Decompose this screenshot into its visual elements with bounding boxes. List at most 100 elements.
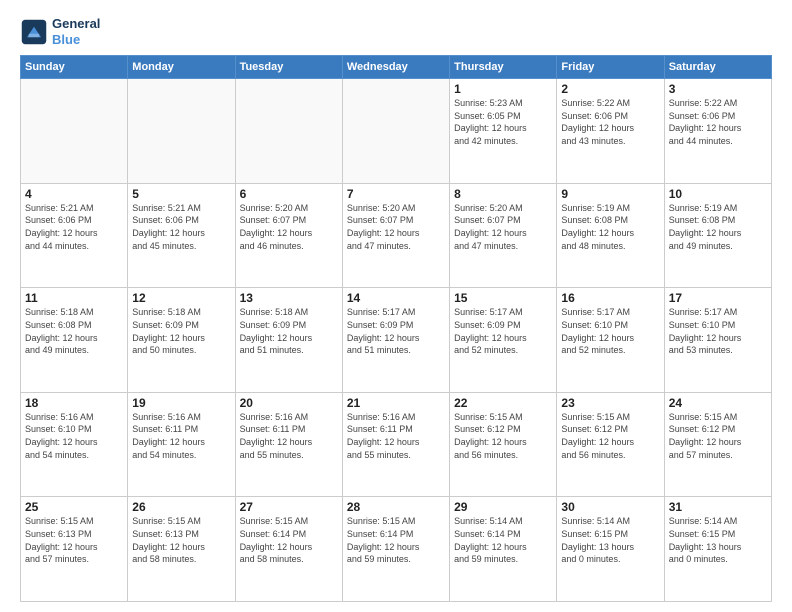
calendar-body: 1Sunrise: 5:23 AMSunset: 6:05 PMDaylight… [21, 79, 772, 602]
day-info: Sunrise: 5:23 AMSunset: 6:05 PMDaylight:… [454, 97, 552, 147]
day-number: 16 [561, 291, 659, 305]
calendar-cell: 29Sunrise: 5:14 AMSunset: 6:14 PMDayligh… [450, 497, 557, 602]
calendar-cell [128, 79, 235, 184]
day-info: Sunrise: 5:14 AMSunset: 6:15 PMDaylight:… [669, 515, 767, 565]
calendar-cell: 12Sunrise: 5:18 AMSunset: 6:09 PMDayligh… [128, 288, 235, 393]
day-number: 19 [132, 396, 230, 410]
day-info: Sunrise: 5:15 AMSunset: 6:12 PMDaylight:… [561, 411, 659, 461]
calendar-cell: 6Sunrise: 5:20 AMSunset: 6:07 PMDaylight… [235, 183, 342, 288]
calendar-cell: 31Sunrise: 5:14 AMSunset: 6:15 PMDayligh… [664, 497, 771, 602]
day-info: Sunrise: 5:15 AMSunset: 6:13 PMDaylight:… [132, 515, 230, 565]
col-header-wednesday: Wednesday [342, 56, 449, 79]
logo-text: General Blue [52, 16, 100, 47]
day-info: Sunrise: 5:17 AMSunset: 6:10 PMDaylight:… [669, 306, 767, 356]
logo-icon [20, 18, 48, 46]
calendar-cell: 15Sunrise: 5:17 AMSunset: 6:09 PMDayligh… [450, 288, 557, 393]
calendar-cell: 8Sunrise: 5:20 AMSunset: 6:07 PMDaylight… [450, 183, 557, 288]
day-info: Sunrise: 5:16 AMSunset: 6:11 PMDaylight:… [132, 411, 230, 461]
header-row: SundayMondayTuesdayWednesdayThursdayFrid… [21, 56, 772, 79]
day-number: 9 [561, 187, 659, 201]
day-info: Sunrise: 5:15 AMSunset: 6:12 PMDaylight:… [669, 411, 767, 461]
week-row-2: 11Sunrise: 5:18 AMSunset: 6:08 PMDayligh… [21, 288, 772, 393]
day-info: Sunrise: 5:20 AMSunset: 6:07 PMDaylight:… [347, 202, 445, 252]
calendar-cell: 13Sunrise: 5:18 AMSunset: 6:09 PMDayligh… [235, 288, 342, 393]
day-info: Sunrise: 5:18 AMSunset: 6:08 PMDaylight:… [25, 306, 123, 356]
calendar-cell: 2Sunrise: 5:22 AMSunset: 6:06 PMDaylight… [557, 79, 664, 184]
calendar-cell: 7Sunrise: 5:20 AMSunset: 6:07 PMDaylight… [342, 183, 449, 288]
calendar-cell: 10Sunrise: 5:19 AMSunset: 6:08 PMDayligh… [664, 183, 771, 288]
day-info: Sunrise: 5:22 AMSunset: 6:06 PMDaylight:… [669, 97, 767, 147]
calendar-cell: 22Sunrise: 5:15 AMSunset: 6:12 PMDayligh… [450, 392, 557, 497]
day-number: 17 [669, 291, 767, 305]
day-info: Sunrise: 5:20 AMSunset: 6:07 PMDaylight:… [454, 202, 552, 252]
col-header-thursday: Thursday [450, 56, 557, 79]
day-number: 18 [25, 396, 123, 410]
day-number: 20 [240, 396, 338, 410]
day-info: Sunrise: 5:15 AMSunset: 6:14 PMDaylight:… [347, 515, 445, 565]
calendar-cell: 9Sunrise: 5:19 AMSunset: 6:08 PMDaylight… [557, 183, 664, 288]
day-number: 4 [25, 187, 123, 201]
page: General Blue SundayMondayTuesdayWednesda… [0, 0, 792, 612]
day-info: Sunrise: 5:14 AMSunset: 6:14 PMDaylight:… [454, 515, 552, 565]
week-row-0: 1Sunrise: 5:23 AMSunset: 6:05 PMDaylight… [21, 79, 772, 184]
calendar-cell [21, 79, 128, 184]
day-number: 10 [669, 187, 767, 201]
week-row-4: 25Sunrise: 5:15 AMSunset: 6:13 PMDayligh… [21, 497, 772, 602]
week-row-1: 4Sunrise: 5:21 AMSunset: 6:06 PMDaylight… [21, 183, 772, 288]
calendar-cell: 5Sunrise: 5:21 AMSunset: 6:06 PMDaylight… [128, 183, 235, 288]
day-info: Sunrise: 5:15 AMSunset: 6:13 PMDaylight:… [25, 515, 123, 565]
day-info: Sunrise: 5:21 AMSunset: 6:06 PMDaylight:… [25, 202, 123, 252]
calendar-cell: 18Sunrise: 5:16 AMSunset: 6:10 PMDayligh… [21, 392, 128, 497]
day-info: Sunrise: 5:19 AMSunset: 6:08 PMDaylight:… [669, 202, 767, 252]
day-number: 2 [561, 82, 659, 96]
day-number: 14 [347, 291, 445, 305]
day-number: 11 [25, 291, 123, 305]
calendar-cell: 27Sunrise: 5:15 AMSunset: 6:14 PMDayligh… [235, 497, 342, 602]
day-number: 22 [454, 396, 552, 410]
day-number: 24 [669, 396, 767, 410]
day-info: Sunrise: 5:17 AMSunset: 6:09 PMDaylight:… [454, 306, 552, 356]
day-info: Sunrise: 5:16 AMSunset: 6:11 PMDaylight:… [347, 411, 445, 461]
calendar-cell: 19Sunrise: 5:16 AMSunset: 6:11 PMDayligh… [128, 392, 235, 497]
day-number: 31 [669, 500, 767, 514]
day-info: Sunrise: 5:15 AMSunset: 6:12 PMDaylight:… [454, 411, 552, 461]
calendar-cell [235, 79, 342, 184]
calendar-header: SundayMondayTuesdayWednesdayThursdayFrid… [21, 56, 772, 79]
day-number: 12 [132, 291, 230, 305]
calendar-cell: 1Sunrise: 5:23 AMSunset: 6:05 PMDaylight… [450, 79, 557, 184]
day-number: 29 [454, 500, 552, 514]
logo: General Blue [20, 16, 100, 47]
calendar-cell [342, 79, 449, 184]
day-number: 7 [347, 187, 445, 201]
day-info: Sunrise: 5:18 AMSunset: 6:09 PMDaylight:… [240, 306, 338, 356]
day-number: 21 [347, 396, 445, 410]
day-number: 27 [240, 500, 338, 514]
day-info: Sunrise: 5:21 AMSunset: 6:06 PMDaylight:… [132, 202, 230, 252]
day-info: Sunrise: 5:16 AMSunset: 6:10 PMDaylight:… [25, 411, 123, 461]
day-number: 26 [132, 500, 230, 514]
day-info: Sunrise: 5:17 AMSunset: 6:10 PMDaylight:… [561, 306, 659, 356]
day-number: 30 [561, 500, 659, 514]
day-number: 23 [561, 396, 659, 410]
day-info: Sunrise: 5:16 AMSunset: 6:11 PMDaylight:… [240, 411, 338, 461]
calendar-cell: 21Sunrise: 5:16 AMSunset: 6:11 PMDayligh… [342, 392, 449, 497]
col-header-tuesday: Tuesday [235, 56, 342, 79]
header: General Blue [20, 16, 772, 47]
calendar-cell: 20Sunrise: 5:16 AMSunset: 6:11 PMDayligh… [235, 392, 342, 497]
logo-line1: General [52, 16, 100, 32]
day-number: 5 [132, 187, 230, 201]
day-number: 3 [669, 82, 767, 96]
calendar-cell: 3Sunrise: 5:22 AMSunset: 6:06 PMDaylight… [664, 79, 771, 184]
calendar-cell: 11Sunrise: 5:18 AMSunset: 6:08 PMDayligh… [21, 288, 128, 393]
day-number: 6 [240, 187, 338, 201]
day-number: 8 [454, 187, 552, 201]
col-header-saturday: Saturday [664, 56, 771, 79]
col-header-monday: Monday [128, 56, 235, 79]
calendar-cell: 30Sunrise: 5:14 AMSunset: 6:15 PMDayligh… [557, 497, 664, 602]
day-info: Sunrise: 5:19 AMSunset: 6:08 PMDaylight:… [561, 202, 659, 252]
logo-line2: Blue [52, 32, 80, 47]
day-info: Sunrise: 5:17 AMSunset: 6:09 PMDaylight:… [347, 306, 445, 356]
calendar-cell: 26Sunrise: 5:15 AMSunset: 6:13 PMDayligh… [128, 497, 235, 602]
col-header-friday: Friday [557, 56, 664, 79]
day-number: 13 [240, 291, 338, 305]
